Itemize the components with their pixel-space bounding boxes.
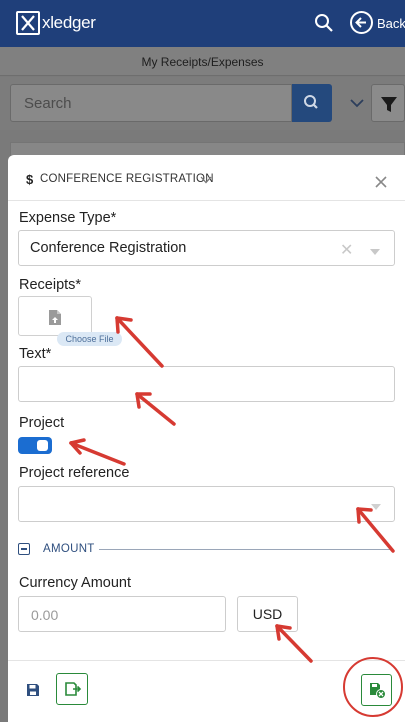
toggle-knob (37, 440, 48, 451)
section-divider (99, 549, 393, 550)
logo-mark-icon (16, 11, 40, 35)
logo-text: xledger (42, 13, 96, 32)
filter-icon (381, 97, 397, 112)
amount-section-label[interactable]: AMOUNT (43, 543, 95, 555)
expense-title[interactable]: CONFERENCE REGISTRATION (40, 173, 214, 185)
app-logo: xledger (16, 10, 96, 36)
currency-symbol: $ (26, 172, 34, 187)
project-label: Project (19, 415, 65, 431)
choose-file-button[interactable]: Choose File (57, 332, 122, 346)
search-placeholder: Search (24, 95, 72, 112)
currency-amount-placeholder: 0.00 (31, 607, 59, 623)
receipts-label: Receipts* (19, 277, 82, 293)
text-input[interactable] (18, 366, 395, 402)
save-icon[interactable] (26, 683, 40, 697)
submit-button[interactable] (56, 673, 88, 705)
close-icon[interactable] (373, 174, 389, 190)
clear-icon[interactable]: ✕ (340, 240, 353, 260)
text-label: Text* (19, 346, 52, 362)
receipt-list-background (10, 142, 405, 156)
chevron-down-icon[interactable] (348, 94, 366, 112)
back-button[interactable]: Back (377, 16, 405, 31)
currency-amount-label: Currency Amount (19, 575, 132, 591)
caret-down-icon[interactable] (369, 244, 381, 255)
expense-type-value: Conference Registration (30, 240, 187, 256)
back-arrow-icon[interactable] (350, 11, 373, 34)
annotation-circle (343, 657, 403, 717)
caret-down-icon[interactable] (370, 499, 382, 510)
expense-type-label: Expense Type* (19, 210, 117, 226)
divider (8, 660, 405, 661)
project-reference-label: Project reference (19, 465, 130, 481)
chevron-down-icon[interactable] (199, 173, 213, 185)
search-button[interactable] (292, 84, 332, 122)
currency-select-button[interactable]: USD (237, 596, 298, 632)
minus-icon (21, 548, 27, 550)
project-reference-select[interactable] (18, 486, 395, 522)
search-icon[interactable] (313, 12, 335, 34)
divider (8, 200, 405, 201)
file-upload-icon[interactable] (48, 309, 62, 326)
page-subtitle: My Receipts/Expenses (141, 55, 264, 69)
filter-button[interactable] (371, 84, 405, 122)
submit-icon (65, 682, 82, 696)
